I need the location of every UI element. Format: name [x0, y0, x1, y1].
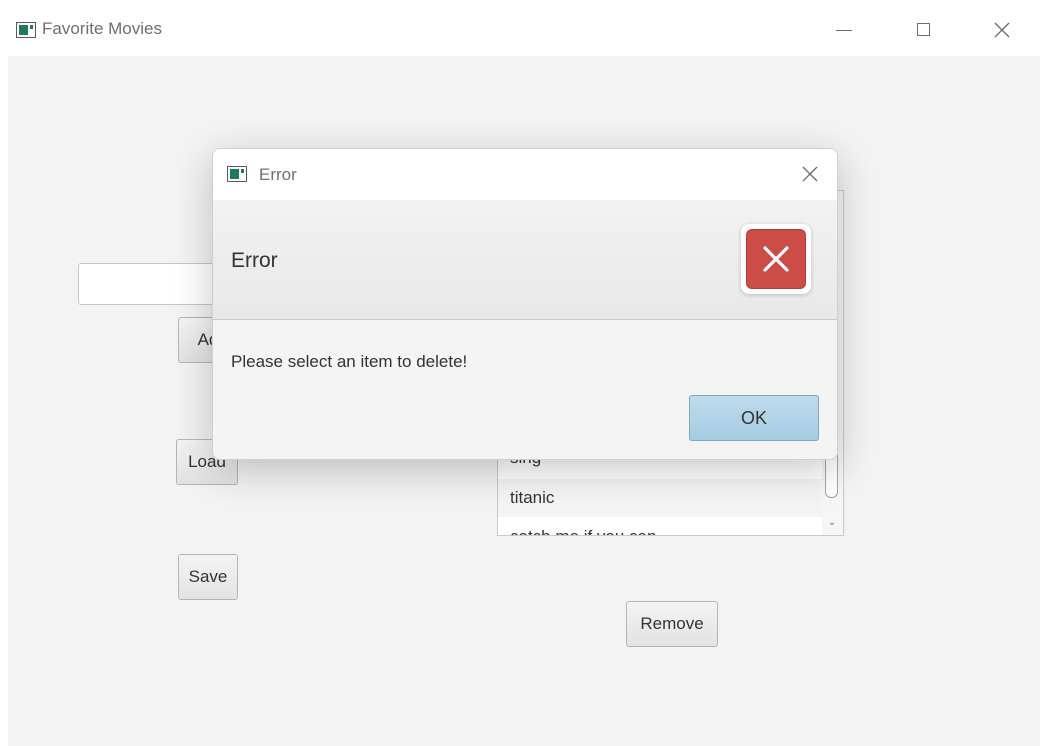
list-item[interactable]: titanic — [498, 479, 822, 517]
remove-button[interactable]: Remove — [626, 601, 718, 647]
dialog-header-text: Error — [231, 249, 278, 272]
close-icon[interactable] — [799, 163, 821, 185]
app-window-icon — [227, 166, 247, 182]
dialog-header: Error — [213, 200, 837, 320]
window-title: Favorite Movies — [42, 19, 162, 38]
list-item[interactable]: catch me if you can — [498, 518, 822, 535]
save-button[interactable]: Save — [178, 554, 238, 600]
minimize-icon[interactable] — [830, 16, 858, 44]
error-dialog: Error Error Please select an item to del… — [212, 148, 838, 460]
dialog-message: Please select an item to delete! — [231, 352, 468, 371]
close-icon[interactable] — [988, 16, 1016, 44]
dialog-title: Error — [259, 165, 297, 184]
app-window-icon — [16, 22, 36, 38]
dialog-titlebar[interactable]: Error — [213, 149, 837, 200]
main-window-titlebar[interactable]: Favorite Movies — [0, 0, 1040, 56]
error-x-icon — [741, 224, 811, 294]
maximize-icon[interactable] — [910, 16, 938, 44]
ok-button[interactable]: OK — [689, 395, 819, 441]
chevron-down-icon[interactable]: ⌄ — [825, 516, 839, 530]
movie-name-input[interactable] — [78, 263, 218, 305]
